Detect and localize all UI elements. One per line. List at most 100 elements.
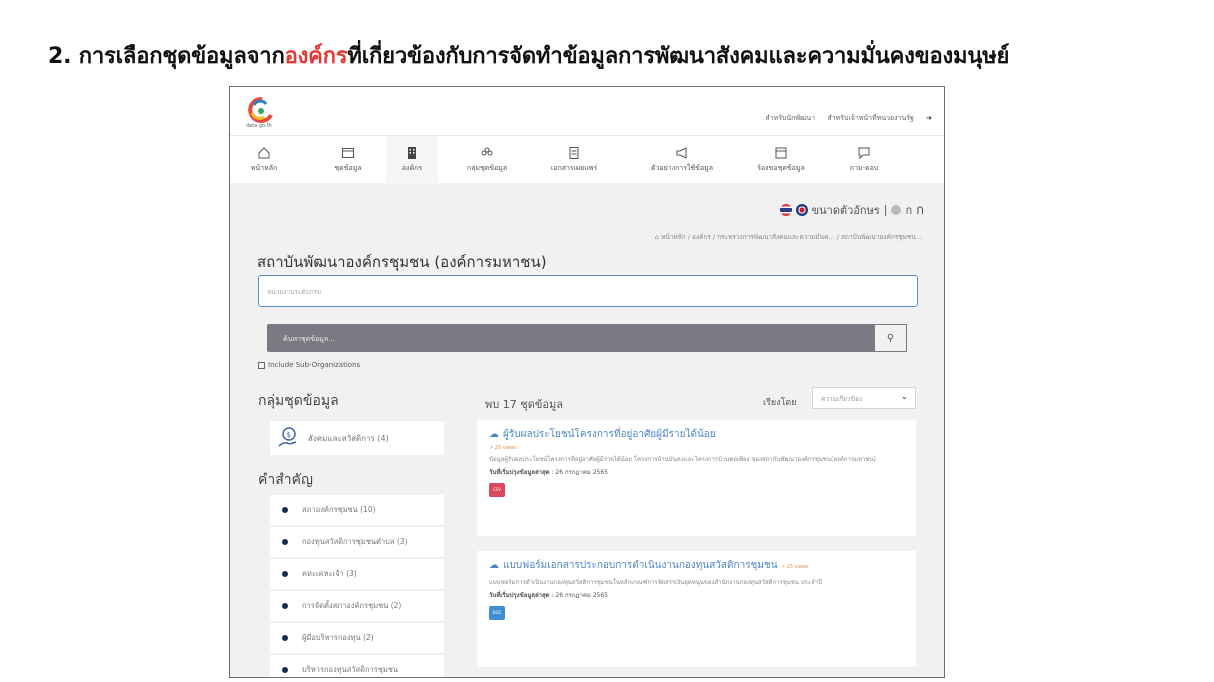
nav-label: ตัวอย่างการใช้ข้อมูล — [650, 164, 714, 172]
contrast-icon[interactable] — [891, 204, 902, 215]
keyword-item[interactable]: ผู้มีอบริหารกองทุน (2) — [270, 623, 444, 653]
nav-groups[interactable]: กลุ่มชุดข้อมูล — [452, 136, 522, 184]
nav-documents[interactable]: เอกสารเผยแพร่ — [538, 136, 610, 184]
agency-level-input[interactable]: หน่วยงานระดับกรม — [258, 275, 918, 307]
social-welfare-icon: $ — [278, 427, 297, 447]
document-icon — [569, 147, 579, 159]
include-sub-orgs-checkbox[interactable] — [258, 361, 265, 369]
slide-title-suffix: ที่เกี่ยวข้องกับการจัดทำข้อมูลการพัฒนาสั… — [347, 44, 1010, 69]
view-count: ↗ 15 views — [781, 564, 809, 570]
include-sub-orgs[interactable]: Include Sub-Organizations — [258, 361, 360, 369]
font-smaller-button[interactable]: ก — [905, 201, 912, 219]
logo-icon — [248, 96, 273, 123]
nav-datasets[interactable]: ชุดข้อมูล — [318, 136, 378, 184]
keyword-list: สภาองค์กรชุมชน (10) กองทุนสวัสดิการชุมชน… — [270, 495, 444, 677]
sort-select[interactable]: ความเกี่ยวข้อง ⌄ — [812, 387, 916, 409]
nav-request[interactable]: ร้องขอชุดข้อมูล — [744, 136, 818, 184]
trend-icon: ↗ — [489, 445, 494, 451]
website-screenshot: data.go.th สำหรับนักพัฒนา สำหรับเจ้าหน้า… — [229, 86, 945, 678]
cloud-icon: ☁ — [489, 429, 499, 440]
bullet — [282, 603, 288, 609]
bullet — [282, 667, 288, 673]
search-icon: ⚲ — [886, 332, 895, 344]
breadcrumb-item: สถาบันพัฒนาองค์กรชุมชน... — [841, 233, 922, 241]
keyword-item[interactable]: การจัดตั้งสภาองค์กรชุมชน (2) — [270, 591, 444, 621]
building-icon — [408, 147, 416, 159]
bullet — [282, 571, 288, 577]
doc-file-icon[interactable]: DOC — [489, 606, 505, 620]
chat-icon — [858, 147, 870, 160]
dataset-card[interactable]: ☁ แบบฟอร์มเอกสารประกอบการดำเนินงานกองทุนส… — [477, 551, 916, 667]
view-count: ↗ 25 views — [489, 445, 904, 451]
dataset-card[interactable]: ☁ ผู้รับผลประโยชน์โครงการที่อยู่อาศัยผู้ม… — [477, 420, 916, 536]
breadcrumb: ⌂ หน้าหลัก / องค์กร / กระทรวงการพัฒนาสัง… — [654, 233, 922, 241]
home-icon — [258, 147, 270, 159]
nav-label: ร้องขอชุดข้อมูล — [757, 164, 805, 172]
nav-label: ถาม-ตอบ — [849, 164, 879, 172]
dataset-title[interactable]: ☁ ผู้รับผลประโยชน์โครงการที่อยู่อาศัยผู้ม… — [489, 428, 904, 441]
nav-label: กลุ่มชุดข้อมูล — [466, 164, 508, 172]
dataset-search-input[interactable]: ค้นหาชุดข้อมูล... — [267, 324, 907, 352]
font-size-label: ขนาดตัวอักษร — [811, 203, 880, 217]
nav-label: เอกสารเผยแพร่ — [550, 164, 598, 172]
home-icon[interactable]: ⌂ — [655, 233, 659, 241]
keyword-item[interactable]: สภาองค์กรชุมชน (10) — [270, 495, 444, 525]
keyword-label: การจัดตั้งสภาองค์กรชุมชน (2) — [302, 601, 402, 610]
keyword-item[interactable]: บริหารกองทุนสวัสดิการชุมชน — [270, 655, 444, 677]
request-icon — [775, 147, 787, 159]
include-sub-orgs-label: Include Sub-Organizations — [268, 361, 361, 369]
format-label: DOC — [492, 610, 502, 615]
dataset-title[interactable]: ☁ แบบฟอร์มเอกสารประกอบการดำเนินงานกองทุนส… — [489, 559, 904, 574]
main-nav: หน้าหลัก ชุดข้อมูล องค์กร กลุ่มชุดข้อมูล… — [230, 135, 944, 184]
site-logo[interactable] — [244, 95, 278, 125]
nav-home[interactable]: หน้าหลัก — [236, 136, 292, 184]
breadcrumb-item[interactable]: หน้าหลัก — [661, 233, 686, 241]
search-button[interactable]: ⚲ — [874, 324, 907, 352]
groups-heading: กลุ่มชุดข้อมูล — [258, 393, 339, 409]
keyword-item[interactable]: กองทุนสวัสดิการชุมชนตำบล (3) — [270, 527, 444, 557]
csv-file-icon[interactable]: CSV — [489, 483, 505, 497]
date-label: วันที่เริ่มปรุงข้อมูลล่าสุด — [489, 592, 550, 599]
nav-showcase[interactable]: ตัวอย่างการใช้ข้อมูล — [634, 136, 730, 184]
bullet — [282, 635, 288, 641]
date-label: วันที่เริ่มปรุงข้อมูลล่าสุด — [489, 469, 550, 476]
bullet — [282, 507, 288, 513]
nav-faq[interactable]: ถาม-ตอบ — [836, 136, 892, 184]
staff-link[interactable]: สำหรับเจ้าหน้าที่หน่วยงานรัฐ — [827, 114, 914, 122]
group-icon — [481, 147, 493, 156]
developer-link[interactable]: สำหรับนักพัฒนา — [765, 114, 815, 122]
group-label: สังคมและสวัสดิการ (4) — [308, 433, 389, 443]
dataset-title-text: แบบฟอร์มเอกสารประกอบการดำเนินงานกองทุนสว… — [503, 560, 778, 571]
format-label: CSV — [492, 487, 502, 492]
result-count: พบ 17 ชุดข้อมูล — [485, 398, 563, 411]
font-larger-button[interactable]: ก — [916, 199, 924, 220]
nav-label: องค์กร — [401, 164, 423, 172]
keywords-heading: คำสำคัญ — [258, 472, 313, 488]
breadcrumb-item[interactable]: องค์กร — [692, 233, 711, 241]
sort-label: เรียงโดย — [763, 398, 797, 408]
cloud-icon: ☁ — [489, 560, 499, 571]
view-count-text: 15 views — [786, 564, 809, 570]
thai-flag-icon[interactable] — [779, 203, 792, 216]
keyword-label: สภาองค์กรชุมชน (10) — [302, 505, 376, 514]
keyword-label: คหะเคหะเจ้า (3) — [302, 569, 357, 578]
group-item[interactable]: $ สังคมและสวัสดิการ (4) — [270, 421, 444, 455]
nav-organizations[interactable]: องค์กร — [386, 136, 438, 184]
keyword-item[interactable]: คหะเคหะเจ้า (3) — [270, 559, 444, 589]
login-icon[interactable]: ➜ — [926, 114, 932, 122]
dataset-description: แบบฟอร์มการดำเนินงานกองทุนสวัสดิการชุมชน… — [489, 579, 822, 586]
keyword-label: บริหารกองทุนสวัสดิการชุมชน — [302, 665, 399, 674]
date-value: 26 กรกฎาคม 2565 — [555, 469, 608, 476]
svg-text:$: $ — [287, 431, 291, 439]
dataset-icon — [342, 148, 354, 158]
sort-value: ความเกี่ยวข้อง — [821, 395, 863, 403]
keyword-label: ผู้มีอบริหารกองทุน (2) — [302, 633, 374, 642]
breadcrumb-item[interactable]: กระทรวงการพัฒนาสังคมและความมั่นค... — [717, 233, 835, 241]
trend-icon: ↗ — [780, 564, 785, 570]
megaphone-icon — [676, 147, 687, 159]
date-value: 26 กรกฎาคม 2565 — [555, 592, 608, 599]
english-flag-icon[interactable] — [795, 203, 808, 216]
slide-title: 2. การเลือกชุดข้อมูลจากองค์กรที่เกี่ยวข้… — [48, 38, 1009, 73]
bullet — [282, 539, 288, 545]
view-count-text: 25 views — [494, 445, 517, 451]
